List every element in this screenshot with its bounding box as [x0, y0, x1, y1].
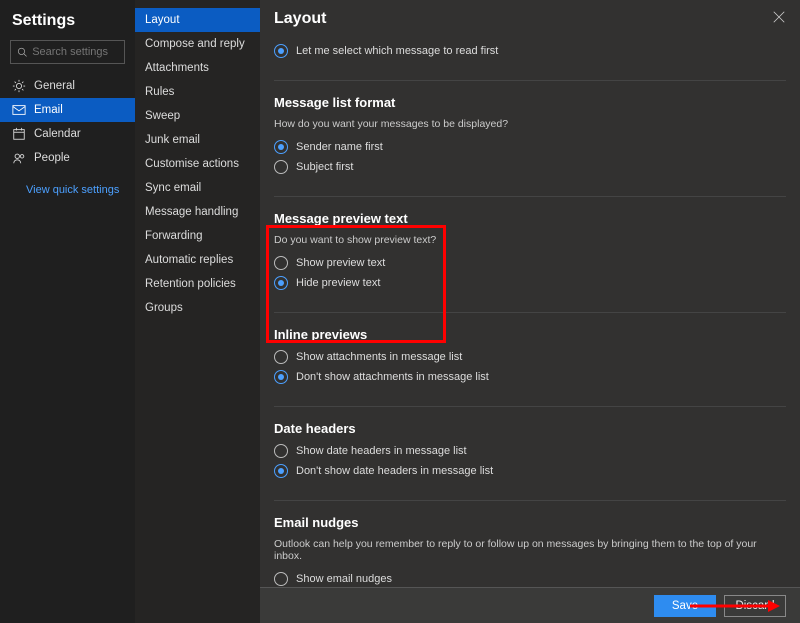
section-title: Message preview text [274, 211, 786, 226]
radio-label: Show date headers in message list [296, 445, 467, 457]
radio-label: Sender name first [296, 141, 383, 153]
radio-label: Show attachments in message list [296, 351, 462, 363]
radio-option[interactable]: Hide preview text [274, 276, 786, 290]
sub-nav-item-layout[interactable]: Layout [135, 8, 260, 32]
primary-nav-item-label: Email [34, 104, 63, 116]
radio-option[interactable]: Show date headers in message list [274, 444, 786, 458]
radio-icon [274, 464, 288, 478]
radio-label: Don't show date headers in message list [296, 465, 493, 477]
content-header: Layout [260, 0, 800, 32]
primary-nav-item-label: People [34, 152, 70, 164]
settings-content-pane: Layout Let me select which message to re… [260, 0, 800, 623]
mail-icon [12, 103, 26, 117]
section: Message list format How do you want your … [274, 81, 786, 197]
primary-nav-item-people[interactable]: People [0, 146, 135, 170]
sub-nav-item-automatic-replies[interactable]: Automatic replies [135, 248, 260, 272]
radio-option[interactable]: Let me select which message to read firs… [274, 44, 786, 58]
sub-nav-item-junk-email[interactable]: Junk email [135, 128, 260, 152]
sub-nav-item-sync-email[interactable]: Sync email [135, 176, 260, 200]
radio-option[interactable]: Show attachments in message list [274, 350, 786, 364]
radio-label: Don't show attachments in message list [296, 371, 489, 383]
settings-panel: Settings General Email Calendar People View… [0, 0, 800, 623]
people-icon [12, 151, 26, 165]
radio-icon [274, 44, 288, 58]
calendar-icon [12, 127, 26, 141]
section: Let me select which message to read firs… [274, 32, 786, 81]
radio-label: Subject first [296, 161, 353, 173]
discard-button[interactable]: Discard [724, 595, 786, 617]
primary-nav-item-calendar[interactable]: Calendar [0, 122, 135, 146]
radio-option[interactable]: Don't show date headers in message list [274, 464, 786, 478]
sub-nav-item-compose-and-reply[interactable]: Compose and reply [135, 32, 260, 56]
section-title: Email nudges [274, 515, 786, 530]
section: Message preview text Do you want to show … [274, 197, 786, 313]
radio-option[interactable]: Show preview text [274, 256, 786, 270]
section-title: Message list format [274, 95, 786, 110]
sub-nav-item-message-handling[interactable]: Message handling [135, 200, 260, 224]
primary-nav-item-label: General [34, 80, 75, 92]
search-settings-input[interactable] [32, 46, 118, 58]
radio-label: Show preview text [296, 257, 385, 269]
section-subtitle: Do you want to show preview text? [274, 234, 786, 246]
radio-option[interactable]: Don't show attachments in message list [274, 370, 786, 384]
settings-primary-nav: Settings General Email Calendar People View… [0, 0, 135, 623]
radio-icon [274, 572, 288, 586]
content-scroll[interactable]: Let me select which message to read firs… [260, 32, 800, 587]
radio-icon [274, 160, 288, 174]
sub-nav-item-customise-actions[interactable]: Customise actions [135, 152, 260, 176]
radio-icon [274, 350, 288, 364]
gear-icon [12, 79, 26, 93]
radio-icon [274, 276, 288, 290]
sub-nav-item-retention-policies[interactable]: Retention policies [135, 272, 260, 296]
primary-nav-item-email[interactable]: Email [0, 98, 135, 122]
settings-sub-nav: LayoutCompose and replyAttachmentsRulesS… [135, 0, 260, 623]
primary-nav-item-label: Calendar [34, 128, 81, 140]
radio-option[interactable]: Subject first [274, 160, 786, 174]
radio-label: Show email nudges [296, 573, 392, 585]
section-subtitle: How do you want your messages to be disp… [274, 118, 786, 130]
sub-nav-item-forwarding[interactable]: Forwarding [135, 224, 260, 248]
save-button[interactable]: Save [654, 595, 716, 617]
radio-icon [274, 370, 288, 384]
section-title: Date headers [274, 421, 786, 436]
search-settings-input-wrap[interactable] [10, 40, 125, 64]
primary-nav-item-general[interactable]: General [0, 74, 135, 98]
panel-title: Settings [0, 6, 135, 40]
sub-nav-item-rules[interactable]: Rules [135, 80, 260, 104]
radio-label: Let me select which message to read firs… [296, 45, 498, 57]
section: Date headers Show date headers in message… [274, 407, 786, 501]
section-title: Inline previews [274, 327, 786, 342]
page-title: Layout [274, 10, 326, 28]
radio-option[interactable]: Sender name first [274, 140, 786, 154]
close-icon[interactable] [772, 10, 786, 24]
section-subtitle: Outlook can help you remember to reply t… [274, 538, 786, 562]
footer-bar: Save Discard [260, 587, 800, 623]
view-quick-settings-link[interactable]: View quick settings [0, 170, 135, 196]
section: Email nudges Outlook can help you remembe… [274, 501, 786, 587]
radio-option[interactable]: Show email nudges [274, 572, 786, 586]
section: Inline previews Show attachments in messa… [274, 313, 786, 407]
radio-icon [274, 140, 288, 154]
sub-nav-item-attachments[interactable]: Attachments [135, 56, 260, 80]
sub-nav-item-sweep[interactable]: Sweep [135, 104, 260, 128]
radio-icon [274, 444, 288, 458]
radio-label: Hide preview text [296, 277, 380, 289]
sub-nav-item-groups[interactable]: Groups [135, 296, 260, 320]
radio-icon [274, 256, 288, 270]
search-icon [17, 46, 27, 58]
